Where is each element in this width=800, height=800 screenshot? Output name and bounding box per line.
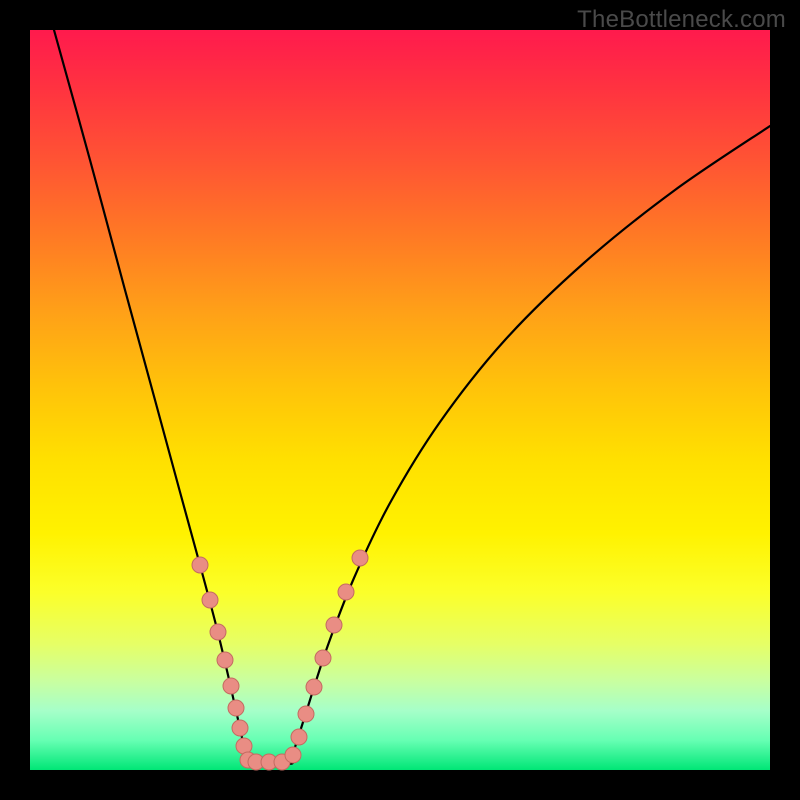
watermark-text: TheBottleneck.com — [577, 6, 786, 34]
curve-bead — [306, 679, 322, 695]
curve-bead — [285, 747, 301, 763]
curve-bead — [291, 729, 307, 745]
bottleneck-curve — [54, 30, 770, 764]
curve-bead — [352, 550, 368, 566]
plot-area — [30, 30, 770, 770]
curve-bead — [232, 720, 248, 736]
curve-bead — [223, 678, 239, 694]
curve-bead — [192, 557, 208, 573]
curve-layer — [30, 30, 770, 770]
chart-frame: TheBottleneck.com — [0, 0, 800, 800]
curve-beads — [192, 550, 368, 770]
curve-bead — [228, 700, 244, 716]
curve-bead — [315, 650, 331, 666]
curve-bead — [298, 706, 314, 722]
curve-bead — [338, 584, 354, 600]
curve-bead — [236, 738, 252, 754]
curve-bead — [210, 624, 226, 640]
curve-bead — [326, 617, 342, 633]
curve-bead — [217, 652, 233, 668]
curve-bead — [202, 592, 218, 608]
